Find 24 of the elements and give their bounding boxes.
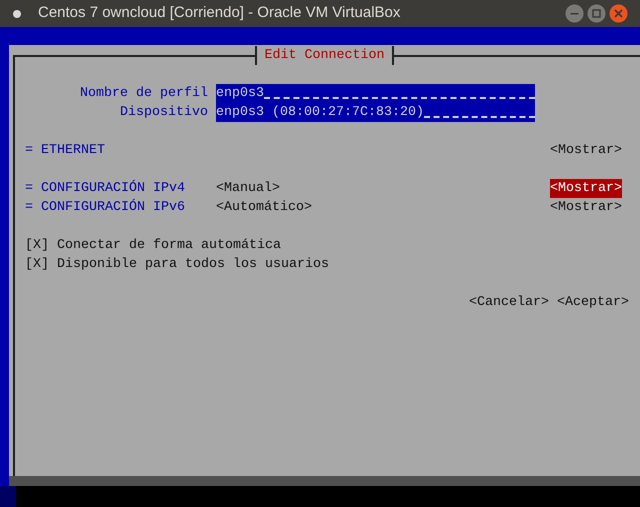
dialog-title: Edit Connection — [254, 46, 394, 65]
mode-dropdown[interactable]: <Automático> — [216, 198, 312, 217]
field-label: Dispositivo — [119, 104, 208, 122]
checkbox-label: Disponible para todos los usuarios — [57, 256, 329, 274]
input-field[interactable]: enp0s3 (08:00:27:7C:83:20) — [216, 103, 535, 122]
input-field[interactable]: enp0s3 — [216, 84, 535, 103]
window-menu-icon[interactable] — [12, 8, 22, 18]
section-label: = ETHERNET — [25, 142, 106, 160]
field-label: Nombre de perfil — [79, 85, 208, 103]
checkbox-label: Conectar de forma automática — [57, 237, 281, 255]
maximize-icon[interactable] — [587, 4, 606, 23]
show-button[interactable]: <Mostrar> — [550, 179, 622, 198]
show-button[interactable]: <Mostrar> — [550, 141, 622, 160]
checkbox[interactable]: [X] — [25, 236, 49, 255]
close-icon[interactable] — [609, 4, 628, 23]
window-title: Centos 7 owncloud [Corriendo] - Oracle VM VirtualBox — [38, 3, 400, 24]
dialog-button[interactable]: <Aceptar> — [557, 293, 629, 312]
mode-dropdown[interactable]: <Manual> — [216, 179, 280, 198]
section-label: = CONFIGURACIÓN IPv4 — [25, 179, 186, 198]
dialog-button[interactable]: <Cancelar> — [469, 293, 550, 312]
section-label: = CONFIGURACIÓN IPv6 — [25, 198, 186, 217]
minimize-icon[interactable] — [565, 4, 584, 23]
checkbox[interactable]: [X] — [25, 255, 49, 274]
show-button[interactable]: <Mostrar> — [550, 198, 622, 217]
